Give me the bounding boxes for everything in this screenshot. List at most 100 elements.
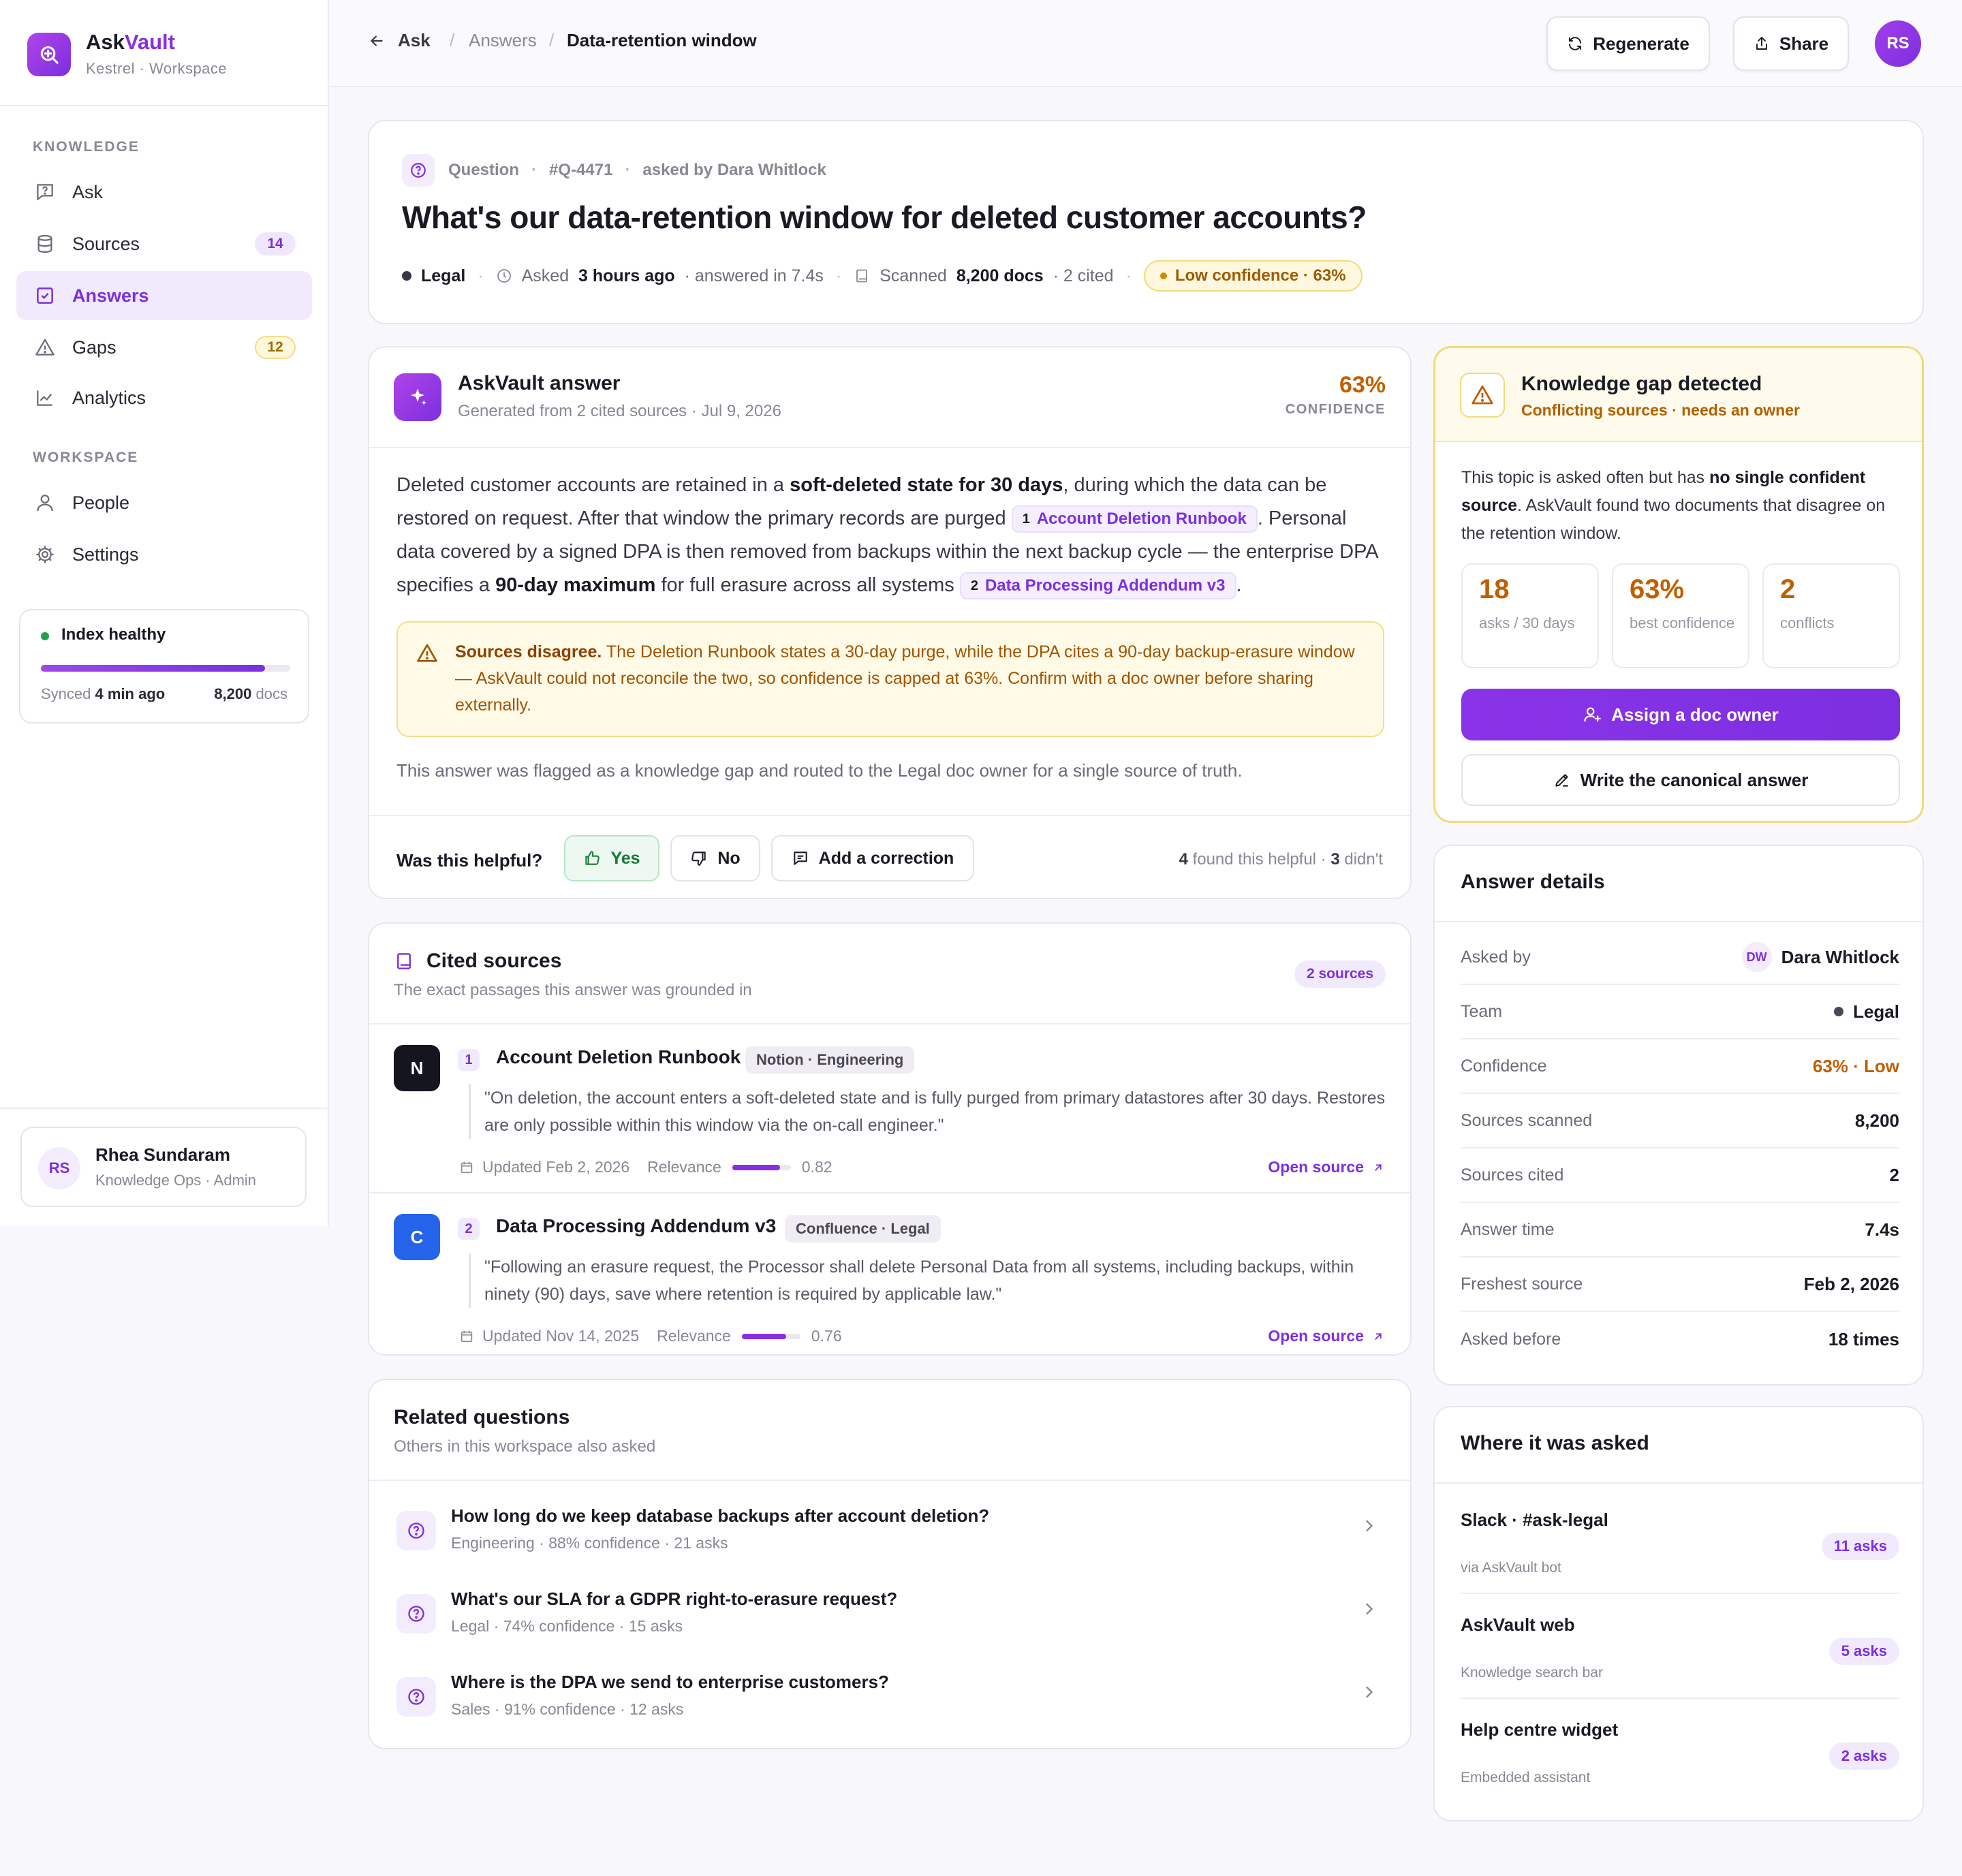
- sidebar-item-gaps[interactable]: Gaps 12: [16, 323, 312, 372]
- cited-sources-subtitle: The exact passages this answer was groun…: [394, 981, 752, 999]
- warning-triangle-icon: [33, 335, 57, 360]
- sidebar-item-people[interactable]: People: [16, 478, 312, 527]
- sidebar-item-analytics[interactable]: Analytics: [16, 373, 312, 422]
- gap-flag-note: This answer was flagged as a knowledge g…: [396, 760, 1243, 781]
- confidence-label: CONFIDENCE: [1285, 402, 1386, 417]
- related-question-item[interactable]: How long do we keep database backups aft…: [369, 1485, 1410, 1568]
- breadcrumb-separator: /: [450, 30, 455, 50]
- arrow-left-icon: [370, 35, 383, 46]
- sidebar-item-label: Settings: [72, 544, 139, 565]
- comment-icon: [793, 851, 807, 865]
- answer-header: AskVault answer Generated from 2 cited s…: [369, 347, 1410, 448]
- relevance-value: 0.76: [811, 1327, 842, 1345]
- regenerate-button[interactable]: Regenerate: [1546, 16, 1710, 71]
- detail-row-asked-before: Asked before 18 times: [1461, 1328, 1899, 1349]
- check-square-icon: [33, 283, 57, 308]
- sidebar-item-answers[interactable]: Answers: [16, 271, 312, 320]
- gap-subtitle: Conflicting sources · needs an owner: [1521, 401, 1800, 419]
- breadcrumb-current: Data-retention window: [567, 30, 757, 50]
- channel-count-badge: 2 asks: [1828, 1742, 1899, 1770]
- user-avatar-button[interactable]: RS: [1875, 20, 1921, 67]
- user-role: Knowledge Ops · Admin: [95, 1172, 257, 1189]
- question-icon: [402, 154, 435, 187]
- confluence-logo-icon: C: [394, 1214, 440, 1260]
- thumbs-up-icon: [585, 851, 600, 865]
- detail-row-sources-scanned: Sources scanned 8,200: [1461, 1094, 1899, 1148]
- source-number: 1: [458, 1049, 480, 1071]
- sidebar-item-label: Ask: [72, 181, 104, 202]
- answer-card: AskVault answer Generated from 2 cited s…: [368, 346, 1412, 899]
- where-header: Where it was asked: [1435, 1407, 1922, 1484]
- chat-question-icon: [33, 180, 57, 204]
- brand-logo-icon[interactable]: [27, 33, 71, 76]
- channel-source: Knowledge search bar: [1461, 1665, 1603, 1680]
- workspace-name: Kestrel · Workspace: [86, 60, 228, 77]
- index-status-title: Index healthy: [61, 625, 166, 644]
- sources-count-pill: 2 sources: [1294, 960, 1386, 988]
- relevance-fill: [732, 1164, 781, 1170]
- gear-icon: [33, 542, 57, 567]
- source-tag: Confluence · Legal: [785, 1215, 941, 1242]
- sidebar-item-label: Sources: [72, 233, 140, 254]
- source-title[interactable]: Account Deletion Runbook: [496, 1046, 741, 1068]
- sidebar-item-sources[interactable]: Sources 14: [16, 219, 312, 268]
- cited-sources-title: Cited sources: [394, 950, 561, 973]
- open-source-link[interactable]: Open source: [1268, 1158, 1384, 1176]
- related-question-item[interactable]: What's our SLA for a GDPR right-to-erasu…: [369, 1568, 1410, 1651]
- synced-time: Synced 4 min ago: [41, 685, 166, 702]
- helpful-no-button[interactable]: No: [670, 835, 760, 881]
- assign-doc-owner-button[interactable]: Assign a doc owner: [1461, 689, 1900, 740]
- back-link[interactable]: Ask: [368, 30, 431, 51]
- related-question-meta: Legal · 74% confidence · 15 asks: [451, 1617, 683, 1635]
- write-canonical-answer-button[interactable]: Write the canonical answer: [1461, 754, 1900, 806]
- stat-best-confidence: 63% best confidence: [1612, 563, 1749, 668]
- avatar: RS: [38, 1147, 80, 1189]
- refresh-icon: [1569, 37, 1582, 50]
- question-icon: [396, 1594, 436, 1633]
- citation-chip-2[interactable]: 2 Data Processing Addendum v3: [959, 572, 1236, 600]
- stat-asks: 18 asks / 30 days: [1461, 563, 1599, 668]
- where-asked-card: Where it was asked Slack · #ask-legal vi…: [1433, 1406, 1924, 1822]
- open-source-link[interactable]: Open source: [1268, 1327, 1384, 1345]
- citation-chip-1[interactable]: 1 Account Deletion Runbook: [1011, 505, 1258, 533]
- source-number: 2: [458, 1218, 480, 1240]
- add-user-icon: [1584, 707, 1601, 722]
- divider: [0, 1108, 329, 1109]
- source-title[interactable]: Data Processing Addendum v3: [496, 1215, 776, 1237]
- gap-header: Knowledge gap detected Conflicting sourc…: [1435, 348, 1922, 442]
- related-question-item[interactable]: Where is the DPA we send to enterprise c…: [369, 1651, 1410, 1734]
- add-correction-button[interactable]: Add a correction: [771, 835, 974, 881]
- sparkle-icon: [394, 373, 441, 421]
- detail-row-team: Team Legal: [1461, 985, 1899, 1039]
- breadcrumb-answers[interactable]: Answers: [469, 30, 537, 51]
- sources-count-badge: 14: [255, 232, 296, 255]
- question-id: #Q-4471: [549, 161, 613, 179]
- section-knowledge: KNOWLEDGE: [33, 139, 140, 155]
- chevron-right-icon: [1366, 1603, 1373, 1615]
- book-icon: [397, 953, 411, 969]
- asked-time: 3 hours ago: [578, 266, 675, 285]
- team-label: Legal: [421, 266, 466, 285]
- confidence-badge: Low confidence · 63%: [1143, 260, 1362, 292]
- detail-row-asked-by: Asked by DW Dara Whitlock: [1461, 931, 1899, 985]
- related-questions-card: Related questions Others in this workspa…: [368, 1379, 1412, 1749]
- thumbs-down-icon: [691, 851, 706, 866]
- share-button[interactable]: Share: [1733, 16, 1849, 71]
- source-meta: Updated Feb 2, 2026 Relevance 0.82: [459, 1158, 832, 1176]
- helpful-yes-button[interactable]: Yes: [564, 835, 659, 881]
- back-label: Ask: [398, 30, 431, 50]
- user-name: Rhea Sundaram: [95, 1144, 230, 1165]
- chevron-right-icon: [1366, 1520, 1373, 1532]
- sidebar-item-settings[interactable]: Settings: [16, 530, 312, 579]
- source-quote: "Following an erasure request, the Proce…: [469, 1253, 1388, 1308]
- sidebar-item-label: People: [72, 492, 130, 513]
- where-title: Where it was asked: [1461, 1432, 1649, 1454]
- brand-name: AskVault: [86, 30, 175, 54]
- breadcrumb-separator: /: [549, 30, 555, 50]
- details-header: Answer details: [1435, 846, 1922, 922]
- source-item: N 1 Account Deletion Runbook Notion · En…: [369, 1025, 1410, 1192]
- clock-icon: [496, 268, 512, 284]
- current-user-card[interactable]: RS Rhea Sundaram Knowledge Ops · Admin: [20, 1127, 307, 1207]
- sidebar-item-ask[interactable]: Ask: [16, 168, 312, 217]
- index-progress-fill: [41, 665, 266, 672]
